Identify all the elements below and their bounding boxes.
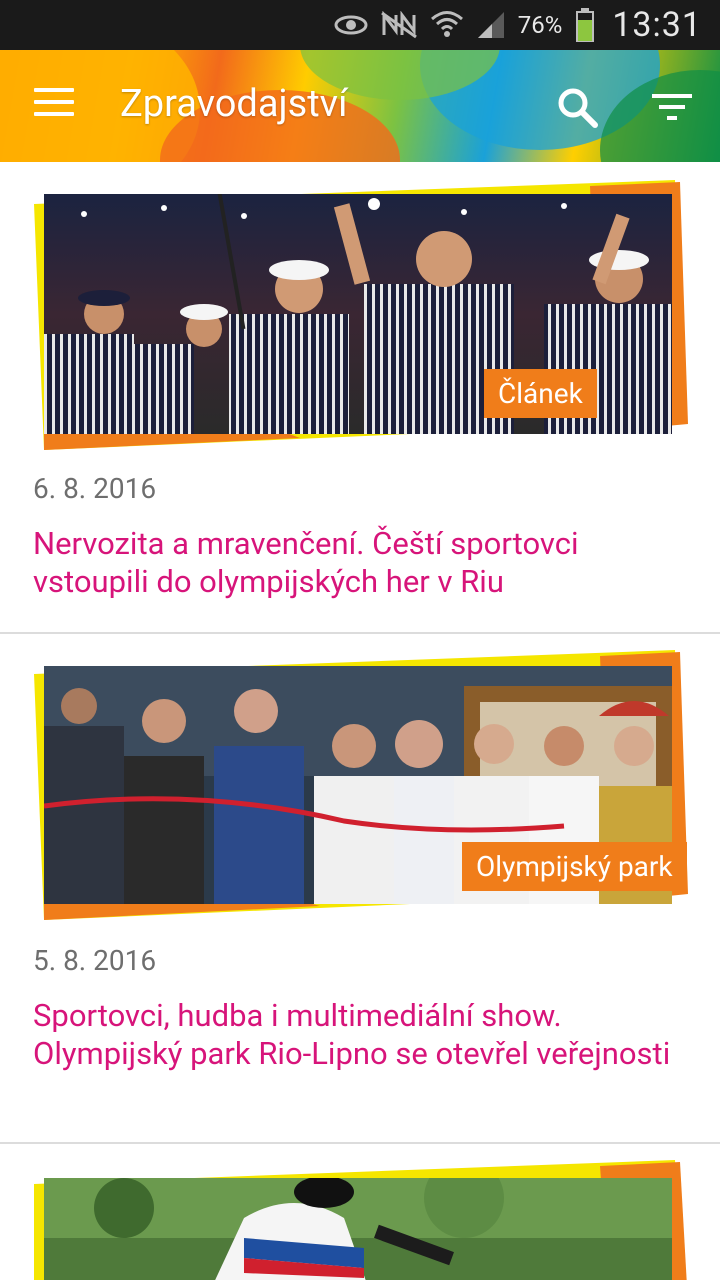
nfc-off-icon [380, 11, 418, 39]
clock: 13:31 [612, 5, 702, 45]
search-button[interactable] [556, 86, 600, 130]
category-badge: Článek [484, 369, 597, 418]
app-bar: Zpravodajství [0, 50, 720, 162]
page-title: Zpravodajství [120, 82, 348, 126]
status-bar: 76% 13:31 [0, 0, 720, 50]
article-card[interactable]: Olympijský park 5. 8. 2016 Sportovci, hu… [0, 634, 720, 1144]
article-headline[interactable]: Nervozita a mravenčení. Čeští sportovci … [0, 525, 720, 601]
cyclist-photo [44, 1178, 672, 1280]
menu-button[interactable] [34, 88, 74, 120]
cell-signal-icon [476, 10, 506, 40]
article-card[interactable] [0, 1144, 720, 1280]
filter-icon [652, 94, 692, 120]
filter-button[interactable] [652, 90, 692, 124]
article-date: 5. 8. 2016 [33, 944, 157, 977]
article-date: 6. 8. 2016 [33, 472, 157, 505]
article-image-frame: Olympijský park [0, 634, 720, 924]
article-image-frame [0, 1144, 720, 1280]
category-badge: Olympijský park [462, 842, 687, 891]
article-image-frame: Článek [0, 162, 720, 452]
battery-icon [576, 8, 595, 42]
menu-icon [34, 88, 74, 116]
article-card[interactable]: Článek 6. 8. 2016 Nervozita a mravenčení… [0, 162, 720, 634]
eye-icon [334, 14, 368, 36]
wifi-icon [430, 9, 464, 41]
article-headline[interactable]: Sportovci, hudba i multimediální show. O… [0, 997, 720, 1073]
battery-percent: 76% [517, 11, 563, 39]
news-feed: Článek 6. 8. 2016 Nervozita a mravenčení… [0, 162, 720, 1280]
search-icon [558, 88, 598, 128]
